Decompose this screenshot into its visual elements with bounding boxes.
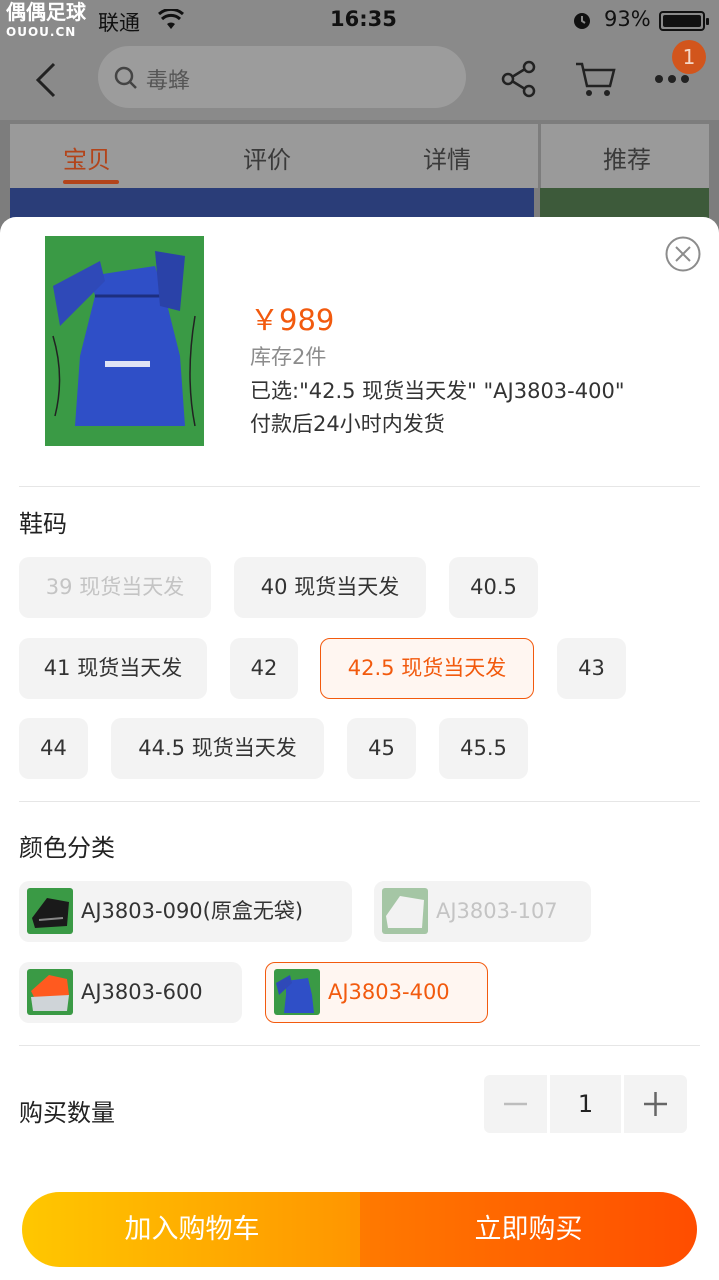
buy-now-button[interactable]: 立即购买 (360, 1192, 697, 1267)
size-option-45-5[interactable]: 45.5 (439, 718, 528, 779)
quantity-label: 购买数量 (19, 1099, 115, 1127)
color-option-label: AJ3803-600 (81, 980, 203, 1004)
tab-baobei[interactable]: 宝贝 (63, 140, 111, 175)
quantity-increment-button[interactable] (624, 1075, 687, 1133)
size-option-43[interactable]: 43 (557, 638, 626, 699)
cart-icon[interactable] (574, 60, 616, 98)
wifi-icon (158, 9, 184, 29)
more-icon[interactable] (654, 74, 690, 84)
color-thumbnail (27, 888, 73, 934)
divider (19, 801, 700, 802)
product-image (45, 236, 204, 446)
size-option-44-5[interactable]: 44.5 现货当天发 (111, 718, 324, 779)
battery-icon (659, 11, 709, 31)
share-icon[interactable] (500, 60, 538, 98)
watermark-logo: 偶偶足球 OUOU.CN (6, 2, 86, 42)
size-option-40-5[interactable]: 40.5 (449, 557, 538, 618)
tab-recommend[interactable]: 推荐 (603, 140, 651, 175)
stock-count: 库存2件 (250, 345, 327, 369)
top-navigation: 毒蜂 1 (0, 40, 719, 120)
alarm-icon (574, 13, 590, 29)
minus-icon (504, 1102, 527, 1106)
close-icon[interactable] (665, 236, 701, 272)
color-section-title: 颜色分类 (19, 834, 115, 862)
search-bar[interactable]: 毒蜂 (98, 46, 466, 108)
size-option-42[interactable]: 42 (230, 638, 298, 699)
size-option-42-5[interactable]: 42.5 现货当天发 (320, 638, 534, 699)
search-placeholder: 毒蜂 (146, 69, 191, 94)
plus-icon (644, 1092, 667, 1116)
shipping-note: 付款后24小时内发货 (250, 412, 445, 436)
color-option-label: AJ3803-090(原盒无袋) (81, 899, 304, 923)
color-option-400[interactable]: AJ3803-400 (265, 962, 488, 1023)
clock-time: 16:35 (330, 7, 397, 31)
color-option-600[interactable]: AJ3803-600 (19, 962, 242, 1023)
color-thumbnail (382, 888, 428, 934)
quantity-value[interactable]: 1 (550, 1075, 621, 1133)
size-section-title: 鞋码 (19, 510, 67, 538)
active-tab-indicator (63, 180, 119, 184)
selected-summary: 已选:"42.5 现货当天发" "AJ3803-400" (250, 379, 625, 403)
product-tabs: 宝贝 评价 详情 推荐 (10, 124, 709, 188)
color-option-label: AJ3803-107 (436, 899, 558, 923)
battery-percentage: 93% (604, 7, 651, 31)
add-to-cart-button[interactable]: 加入购物车 (22, 1192, 362, 1267)
status-bar: 偶偶足球 OUOU.CN 联通 16:35 93% (0, 0, 719, 40)
search-icon (114, 66, 137, 89)
notification-badge: 1 (672, 40, 706, 74)
tab-details[interactable]: 详情 (423, 140, 471, 175)
color-option-090[interactable]: AJ3803-090(原盒无袋) (19, 881, 352, 942)
color-option-107[interactable]: AJ3803-107 (374, 881, 591, 942)
divider (19, 1045, 700, 1046)
size-option-39[interactable]: 39 现货当天发 (19, 557, 211, 618)
carrier-name: 联通 (98, 11, 140, 35)
divider (19, 486, 700, 487)
color-thumbnail (27, 969, 73, 1015)
sku-selection-sheet: ￥989 库存2件 已选:"42.5 现货当天发" "AJ3803-400" 付… (0, 217, 719, 1280)
size-option-45[interactable]: 45 (347, 718, 416, 779)
tab-divider (538, 124, 541, 188)
back-arrow-icon[interactable] (32, 62, 62, 98)
color-thumbnail (274, 969, 320, 1015)
quantity-decrement-button[interactable] (484, 1075, 547, 1133)
size-option-41[interactable]: 41 现货当天发 (19, 638, 207, 699)
size-option-40[interactable]: 40 现货当天发 (234, 557, 426, 618)
color-option-label: AJ3803-400 (328, 980, 450, 1004)
tab-reviews[interactable]: 评价 (243, 140, 291, 175)
size-option-44[interactable]: 44 (19, 718, 88, 779)
price: ￥989 (250, 303, 335, 337)
watermark-subtext: OUOU.CN (6, 25, 77, 39)
watermark-text: 偶偶足球 (6, 0, 86, 24)
